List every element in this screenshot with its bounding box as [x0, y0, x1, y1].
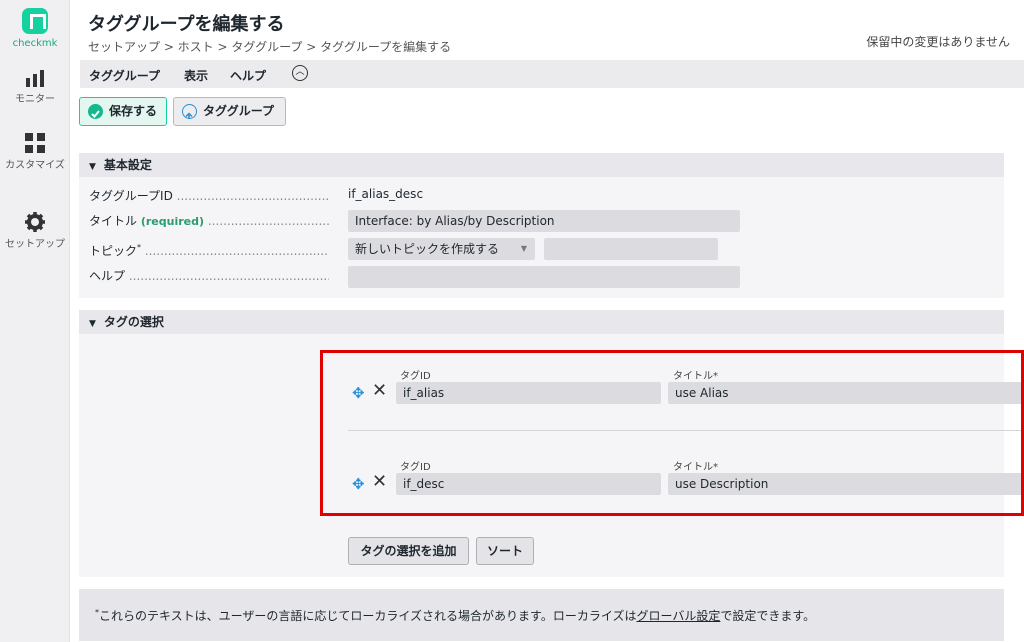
checkmk-logo[interactable]: checkmk: [0, 8, 70, 49]
tag-title-column-label: タイトル*: [673, 462, 718, 473]
checkmk-logo-icon: [22, 8, 48, 34]
menu-display[interactable]: 表示: [184, 67, 208, 84]
global-settings-link[interactable]: グローバル設定: [636, 609, 720, 623]
topic-label: トピック* ..................................…: [89, 242, 329, 259]
sidebar-item-monitor[interactable]: モニター: [0, 70, 70, 106]
save-button-label: 保存する: [109, 104, 158, 118]
save-button[interactable]: 保存する: [79, 97, 167, 126]
dot-leader: ........................................…: [128, 269, 329, 283]
taggroup-button[interactable]: タググループ: [173, 97, 286, 126]
pending-changes-status[interactable]: 保留中の変更はありません: [866, 33, 1010, 50]
tag-group-id-label-text: タググループID: [89, 189, 173, 203]
title-label-text: タイトル: [89, 214, 138, 228]
dot-leader: ........................................…: [176, 189, 329, 203]
sort-button[interactable]: ソート: [476, 537, 534, 565]
sidebar-item-label: セットアップ: [5, 239, 65, 250]
arrow-up-icon: [182, 104, 197, 119]
required-marker: (required): [140, 215, 205, 228]
footnote-text: これらのテキストは、ユーザーの言語に応じてローカライズされる場合があります。ロー…: [99, 609, 637, 623]
new-topic-input[interactable]: [544, 238, 718, 260]
sidebar-item-label: モニター: [15, 94, 55, 105]
sidebar-item-customize[interactable]: カスタマイズ: [0, 133, 70, 172]
footnote-marker: *: [137, 243, 142, 252]
move-icon[interactable]: ✥: [352, 384, 365, 402]
tag-id-input[interactable]: if_desc: [396, 473, 661, 495]
localization-footnote: *これらのテキストは、ユーザーの言語に応じてローカライズされる場合があります。ロ…: [79, 589, 1004, 641]
tag-id-input[interactable]: if_alias: [396, 382, 661, 404]
tag-title-input[interactable]: use Alias: [668, 382, 1024, 404]
close-icon[interactable]: ✕: [372, 471, 387, 492]
tag-id-column-label: タグID: [400, 462, 431, 473]
topic-select-value: 新しいトピックを作成する: [355, 242, 500, 256]
tag-id-column-label: タグID: [400, 371, 431, 382]
dot-leader: ........................................…: [144, 244, 329, 258]
gear-icon: [25, 212, 45, 232]
grid-icon: [25, 133, 45, 153]
help-label: ヘルプ ....................................…: [89, 267, 329, 284]
caret-down-icon: ▼: [520, 244, 527, 253]
logo-text: checkmk: [12, 38, 58, 49]
move-icon[interactable]: ✥: [352, 475, 365, 493]
basic-settings-header[interactable]: ▼ 基本設定: [79, 153, 1004, 177]
triangle-down-icon: ▼: [89, 162, 96, 172]
tag-title-input[interactable]: use Description: [668, 473, 1024, 495]
sidebar: checkmk モニター カスタマイズ セットアップ: [0, 0, 70, 642]
check-icon: [88, 104, 103, 119]
sidebar-item-label: カスタマイズ: [5, 160, 65, 171]
breadcrumb[interactable]: セットアップ > ホスト > タググループ > タググループを編集する: [88, 38, 451, 55]
basic-settings-title: 基本設定: [103, 158, 152, 172]
tag-choices-title: タグの選択: [103, 315, 164, 329]
tag-group-id-value: if_alias_desc: [348, 187, 424, 201]
footnote-text-after: で設定できます。: [720, 609, 816, 623]
main-content: タググループを編集する セットアップ > ホスト > タググループ > タググル…: [70, 0, 1024, 642]
topic-label-text: トピック: [89, 244, 138, 258]
topic-select[interactable]: 新しいトピックを作成する ▼: [348, 238, 535, 260]
page-title: タググループを編集する: [88, 14, 285, 35]
title-label: タイトル (required) ........................…: [89, 212, 329, 229]
bar-chart-icon: [26, 70, 44, 87]
dot-leader: ........................................…: [207, 214, 329, 228]
row-divider: [348, 430, 1024, 431]
help-label-text: ヘルプ: [89, 269, 126, 283]
help-input[interactable]: [348, 266, 740, 288]
tag-choice-row: ✥ ✕ タグID if_desc タイトル* use Description: [350, 453, 1024, 513]
tag-group-id-label: タググループID ...............................…: [89, 187, 329, 204]
taggroup-button-label: タググループ: [203, 104, 275, 118]
menu-taggroup[interactable]: タググループ: [89, 67, 160, 84]
title-input[interactable]: Interface: by Alias/by Description: [348, 210, 740, 232]
tag-choice-row: ✥ ✕ タグID if_alias タイトル* use Alias: [350, 362, 1024, 422]
triangle-down-icon: ▼: [89, 319, 96, 329]
chevron-up-icon[interactable]: ︿: [292, 65, 308, 81]
close-icon[interactable]: ✕: [372, 380, 387, 401]
tag-title-column-label: タイトル*: [673, 371, 718, 382]
add-tag-choice-button[interactable]: タグの選択を追加: [348, 537, 469, 565]
menu-bar: タググループ 表示 ヘルプ ︿: [80, 60, 1024, 88]
tag-choices-header[interactable]: ▼ タグの選択: [79, 310, 1004, 334]
sidebar-item-setup[interactable]: セットアップ: [0, 212, 70, 251]
menu-help[interactable]: ヘルプ: [230, 67, 266, 84]
